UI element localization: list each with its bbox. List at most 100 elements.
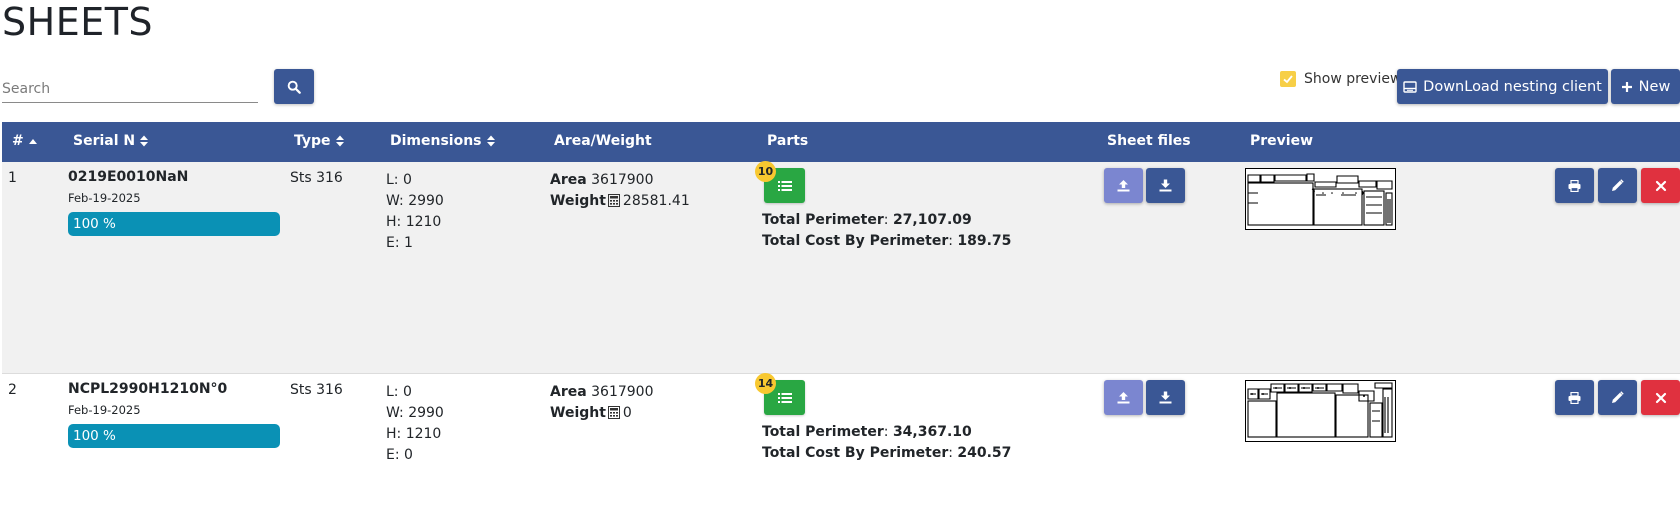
total-cost-value: 240.57	[957, 445, 1012, 461]
column-header-area-weight-label: Area/Weight	[554, 133, 652, 149]
checkmark-icon	[1283, 75, 1293, 84]
show-preview-toggle[interactable]: Show preview	[1280, 71, 1401, 87]
close-icon	[1655, 392, 1666, 403]
show-preview-checkbox[interactable]	[1280, 71, 1296, 87]
delete-button[interactable]	[1641, 168, 1680, 203]
dimension-h: H: 1210	[386, 426, 442, 442]
sheet-type: Sts 316	[290, 170, 343, 186]
area-weight: Area 3617900 Weight 28581.41	[550, 170, 690, 212]
total-cost-value: 189.75	[957, 233, 1012, 249]
dimensions: L: 0 W: 2990 H: 1210 E: 0	[386, 382, 444, 466]
total-perimeter-value: 27,107.09	[892, 212, 972, 228]
edit-button[interactable]	[1598, 380, 1637, 415]
row-date: Feb-19-2025	[68, 403, 141, 417]
download-sheet-file-button[interactable]	[1146, 380, 1185, 415]
monitor-icon	[1403, 80, 1417, 93]
sheet-type: Sts 316	[290, 382, 343, 398]
column-header-sheet-files: Sheet files	[1107, 133, 1191, 149]
search-field[interactable]	[2, 76, 258, 103]
area-label: Area	[550, 172, 587, 188]
sort-icon	[140, 135, 149, 147]
area-value: 3617900	[591, 384, 654, 400]
download-icon	[1159, 391, 1172, 404]
search-input[interactable]	[2, 76, 258, 102]
calculator-icon	[607, 406, 620, 419]
edit-button[interactable]	[1598, 168, 1637, 203]
search-icon	[287, 80, 301, 94]
dimension-w: W: 2990	[386, 405, 444, 421]
perimeter-info: Total Perimeter: 27,107.09 Total Cost By…	[762, 212, 1012, 249]
row-index: 2	[8, 382, 17, 398]
total-perimeter-label: Total Perimeter	[762, 424, 884, 440]
print-button[interactable]	[1555, 380, 1594, 415]
close-icon	[1655, 180, 1666, 191]
download-sheet-file-button[interactable]	[1146, 168, 1185, 203]
plus-icon	[1621, 81, 1632, 92]
row-index: 1	[8, 170, 17, 186]
weight-label: Weight	[550, 193, 606, 209]
column-header-type[interactable]: Type	[294, 133, 344, 149]
column-header-sheet-files-label: Sheet files	[1107, 133, 1191, 149]
download-nesting-client-label: DownLoad nesting client	[1423, 78, 1602, 95]
column-header-index-label: #	[12, 133, 24, 149]
total-cost-label: Total Cost By Perimeter	[762, 233, 949, 249]
new-label: New	[1638, 78, 1671, 95]
nesting-layout-drawing	[1247, 173, 1393, 226]
upload-icon	[1117, 392, 1130, 404]
dimension-e: E: 0	[386, 447, 413, 463]
upload-sheet-file-button[interactable]	[1104, 380, 1143, 415]
column-header-serial[interactable]: Serial N	[73, 133, 149, 149]
nesting-layout-drawing	[1247, 382, 1393, 438]
download-nesting-client-button[interactable]: DownLoad nesting client	[1397, 69, 1608, 104]
dimension-l: L: 0	[386, 384, 412, 400]
table-header: # Serial N Type Dimensions Area/Weight P…	[2, 122, 1680, 162]
dimension-h: H: 1210	[386, 214, 442, 230]
sheet-preview-image[interactable]	[1245, 168, 1396, 230]
sort-icon	[486, 135, 495, 147]
serial-number: 0219E0010NaN	[68, 169, 189, 185]
pencil-icon	[1612, 391, 1624, 403]
list-icon	[777, 180, 792, 191]
area-label: Area	[550, 384, 587, 400]
row-date: Feb-19-2025	[68, 191, 141, 205]
new-button[interactable]: New	[1611, 69, 1680, 104]
print-icon	[1568, 391, 1581, 404]
perimeter-info: Total Perimeter: 34,367.10 Total Cost By…	[762, 424, 1012, 461]
print-icon	[1568, 179, 1581, 192]
column-header-dimensions[interactable]: Dimensions	[390, 133, 495, 149]
area-weight: Area 3617900 Weight 0	[550, 382, 654, 424]
dimension-l: L: 0	[386, 172, 412, 188]
sort-asc-icon	[28, 139, 37, 144]
column-header-serial-label: Serial N	[73, 133, 136, 149]
print-button[interactable]	[1555, 168, 1594, 203]
show-preview-label: Show preview	[1304, 71, 1402, 87]
progress-bar: 100 %	[68, 212, 280, 236]
total-cost-label: Total Cost By Perimeter	[762, 445, 949, 461]
column-header-index[interactable]: #	[12, 133, 37, 149]
serial-number: NCPL2990H1210N°0	[68, 381, 228, 397]
upload-sheet-file-button[interactable]	[1104, 168, 1143, 203]
download-icon	[1159, 179, 1172, 192]
weight-value: 28581.41	[622, 193, 690, 209]
table-row: 2 NCPL2990H1210N°0 Feb-19-2025 100 % Sts…	[2, 373, 1680, 518]
sheet-preview-image[interactable]	[1245, 380, 1396, 442]
column-header-preview-label: Preview	[1250, 133, 1314, 149]
page-title: SHEETS	[2, 0, 154, 44]
calculator-icon	[607, 194, 620, 207]
parts-count-badge: 10	[755, 161, 776, 182]
sort-icon	[335, 135, 344, 147]
search-button[interactable]	[274, 69, 314, 104]
upload-icon	[1117, 180, 1130, 192]
column-header-dimensions-label: Dimensions	[390, 133, 482, 149]
dimension-w: W: 2990	[386, 193, 444, 209]
progress-bar: 100 %	[68, 424, 280, 448]
table-row: 1 0219E0010NaN Feb-19-2025 100 % Sts 316…	[2, 161, 1680, 374]
column-header-type-label: Type	[294, 133, 331, 149]
delete-button[interactable]	[1641, 380, 1680, 415]
column-header-area-weight: Area/Weight	[554, 133, 652, 149]
area-value: 3617900	[591, 172, 654, 188]
weight-label: Weight	[550, 405, 606, 421]
column-header-parts: Parts	[767, 133, 808, 149]
total-perimeter-label: Total Perimeter	[762, 212, 884, 228]
column-header-preview: Preview	[1250, 133, 1313, 149]
